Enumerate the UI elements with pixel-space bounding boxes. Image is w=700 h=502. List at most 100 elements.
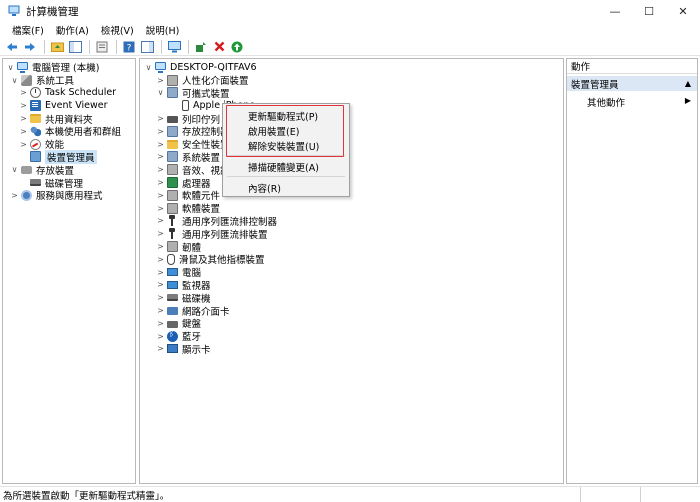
toolbar-separator: [188, 39, 189, 54]
usb-icon: [167, 228, 178, 240]
device-category[interactable]: > 安全性裝置: [156, 138, 230, 151]
highlight-box: [226, 105, 344, 157]
back-button[interactable]: [4, 39, 20, 55]
expand-chevron-icon[interactable]: >: [19, 88, 28, 97]
device-category[interactable]: > 列印佇列: [156, 112, 220, 126]
show-hide-tree-button[interactable]: [67, 39, 83, 55]
device-category[interactable]: > 通用序列匯流排裝置: [156, 227, 268, 241]
tree-item-services-apps[interactable]: > 服務與應用程式: [10, 189, 103, 202]
expand-chevron-icon[interactable]: >: [19, 127, 28, 136]
expand-chevron-icon[interactable]: >: [156, 178, 165, 187]
menu-action[interactable]: 動作(A): [50, 23, 95, 37]
expand-chevron-icon[interactable]: >: [156, 293, 165, 302]
device-category[interactable]: > 藍牙: [156, 329, 201, 344]
more-actions-link[interactable]: 其他動作: [587, 95, 625, 109]
forward-button[interactable]: [22, 39, 38, 55]
expand-chevron-icon[interactable]: >: [156, 280, 165, 289]
expand-chevron-icon[interactable]: >: [19, 140, 28, 149]
expand-chevron-icon[interactable]: >: [156, 114, 165, 123]
tree-item-task-scheduler[interactable]: > Task Scheduler: [19, 87, 116, 100]
tree-item-system-tools[interactable]: ∨ 系統工具: [10, 74, 74, 87]
expand-chevron-icon[interactable]: >: [156, 140, 165, 149]
collapse-chevron-icon[interactable]: ∨: [10, 76, 19, 85]
expand-chevron-icon[interactable]: >: [156, 76, 165, 85]
expand-chevron-icon[interactable]: >: [156, 306, 165, 315]
actions-section-device-manager[interactable]: 裝置管理員 ▲: [567, 76, 697, 91]
expand-chevron-icon[interactable]: >: [156, 152, 165, 161]
expand-chevron-icon[interactable]: >: [19, 114, 28, 123]
submenu-arrow-icon: ▶: [684, 96, 691, 105]
device-category[interactable]: > 滑鼠及其他指標裝置: [156, 253, 265, 266]
printer-icon: [167, 116, 178, 124]
tree-item-shared-folders[interactable]: > 共用資料夾: [19, 112, 93, 126]
expand-chevron-icon[interactable]: >: [156, 344, 165, 353]
collapse-chevron-icon[interactable]: ∨: [156, 88, 165, 97]
expand-chevron-icon[interactable]: >: [156, 216, 165, 225]
expand-chevron-icon[interactable]: >: [156, 127, 165, 136]
device-category[interactable]: ∨ 可攜式裝置: [156, 87, 230, 100]
collapse-chevron-icon[interactable]: ∨: [144, 63, 153, 72]
device-category[interactable]: > 顯示卡: [156, 343, 211, 356]
expand-chevron-icon[interactable]: >: [156, 191, 165, 200]
update-driver-button[interactable]: [193, 39, 209, 55]
minimize-button[interactable]: —: [598, 0, 632, 22]
uninstall-button[interactable]: [211, 39, 227, 55]
enable-button[interactable]: [229, 39, 245, 55]
device-category[interactable]: > 電腦: [156, 266, 201, 280]
collapse-up-icon[interactable]: ▲: [685, 79, 691, 88]
expand-chevron-icon[interactable]: >: [156, 229, 165, 238]
expand-chevron-icon[interactable]: >: [156, 268, 165, 277]
tree-item-device-manager[interactable]: 裝置管理員: [19, 150, 97, 164]
device-category[interactable]: > 存放控制器: [156, 125, 230, 138]
device-category[interactable]: > 人性化介面裝置: [156, 74, 249, 87]
tree-item-event-viewer[interactable]: > Event Viewer: [19, 99, 108, 112]
help-icon: ?: [123, 41, 135, 53]
device-category[interactable]: > 軟體元件: [156, 189, 220, 202]
menu-help[interactable]: 說明(H): [140, 23, 186, 37]
tree-item-performance[interactable]: > 效能: [19, 138, 64, 151]
expand-chevron-icon[interactable]: >: [19, 101, 28, 110]
close-button[interactable]: ✕: [666, 0, 700, 22]
expand-chevron-icon[interactable]: >: [156, 332, 165, 341]
context-properties[interactable]: 內容(R): [248, 181, 281, 195]
tree-item-disk-management[interactable]: 磁碟管理: [19, 176, 83, 190]
device-category[interactable]: > 軟體裝置: [156, 202, 220, 215]
expand-chevron-icon[interactable]: >: [10, 191, 19, 200]
monitor-button[interactable]: [166, 39, 182, 55]
computer-icon: [167, 268, 178, 277]
collapse-chevron-icon[interactable]: ∨: [6, 63, 15, 72]
expand-chevron-icon[interactable]: >: [156, 255, 165, 264]
action-pane-button[interactable]: [139, 39, 155, 55]
device-category[interactable]: > 網路介面卡: [156, 304, 229, 318]
device-category[interactable]: > 通用序列匯流排控制器: [156, 215, 277, 228]
tree-item-storage[interactable]: ∨ 存放裝置: [10, 163, 74, 177]
up-folder-button[interactable]: [49, 39, 65, 55]
menu-view[interactable]: 檢視(V): [95, 23, 140, 37]
menu-file[interactable]: 檔案(F): [6, 23, 50, 37]
tree-item-local-users[interactable]: > 本機使用者和群組: [19, 125, 121, 138]
tree-item-computer-management[interactable]: ∨ 電腦管理 (本機): [6, 61, 99, 74]
device-category[interactable]: > 磁碟機: [156, 291, 210, 305]
device-category[interactable]: > 處理器: [156, 176, 211, 190]
action-pane-icon: [140, 40, 154, 53]
expand-chevron-icon[interactable]: >: [156, 204, 165, 213]
status-text: 為所選裝置啟動「更新驅動程式精靈」。: [3, 490, 170, 502]
device-category[interactable]: > 系統裝置: [156, 151, 220, 164]
device-category[interactable]: > 韌體: [156, 240, 201, 254]
maximize-button[interactable]: ☐: [632, 0, 666, 22]
expand-chevron-icon[interactable]: >: [156, 165, 165, 174]
device-category[interactable]: > 鍵盤: [156, 317, 201, 331]
toolbar: ?: [0, 38, 700, 56]
collapse-chevron-icon[interactable]: ∨: [10, 165, 19, 174]
expand-chevron-icon[interactable]: >: [156, 319, 165, 328]
device-tree-root[interactable]: ∨ DESKTOP-QITFAV6: [144, 61, 257, 74]
expand-chevron-icon[interactable]: >: [156, 242, 165, 251]
device-category[interactable]: > 音效、視訊: [156, 163, 230, 177]
device-category[interactable]: > 監視器: [156, 279, 210, 292]
toolbar-separator: [116, 39, 117, 54]
properties-button[interactable]: [94, 39, 110, 55]
help-button[interactable]: ?: [121, 39, 137, 55]
context-scan-hardware[interactable]: 掃描硬體變更(A): [248, 160, 319, 174]
